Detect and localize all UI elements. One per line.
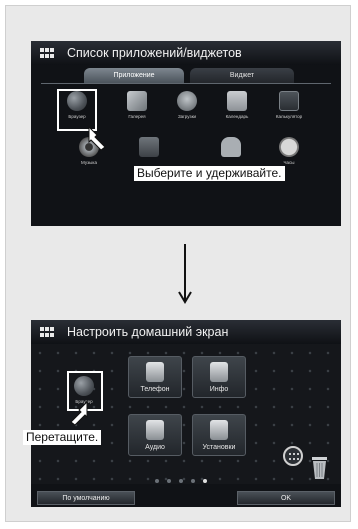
app-calculator[interactable]: Калькулятор: [267, 91, 311, 119]
app-label: Музыка: [81, 160, 97, 165]
tile-audio[interactable]: Аудио: [128, 414, 182, 456]
ok-button[interactable]: OK: [237, 491, 335, 505]
screen-title: Список приложений/виджетов: [67, 46, 242, 60]
arrow-down-icon: [178, 244, 192, 304]
hand-pointer-icon: [70, 400, 88, 426]
page-dot: [179, 479, 183, 483]
tab-apps[interactable]: Приложение: [84, 68, 184, 83]
info-icon: [210, 362, 228, 382]
app-label: Галерея: [128, 114, 146, 119]
hold-instruction-callout: Выберите и удерживайте.: [134, 166, 285, 181]
page-dot: [155, 479, 159, 483]
screen-title: Настроить домашний экран: [67, 325, 229, 339]
app-widget-list-screen: Список приложений/виджетов Приложение Ви…: [31, 41, 341, 226]
manual-page: Список приложений/виджетов Приложение Ви…: [5, 5, 351, 522]
app-clock[interactable]: Часы: [267, 137, 311, 165]
app-gallery[interactable]: Галерея: [115, 91, 159, 119]
hand-pointer-icon: [88, 125, 106, 151]
tile-label: Аудио: [145, 444, 165, 451]
gallery-icon: [127, 91, 147, 111]
app-item[interactable]: [127, 137, 171, 160]
tile-settings[interactable]: Установки: [192, 414, 246, 456]
default-button[interactable]: По умолчанию: [37, 491, 135, 505]
app-label: Календарь: [225, 114, 249, 119]
app-android[interactable]: [209, 137, 253, 160]
tab-divider: [41, 83, 331, 84]
clock-icon: [279, 137, 299, 157]
app-menu-button[interactable]: [283, 446, 303, 466]
grid-menu-icon: [40, 327, 55, 337]
app-label: Калькулятор: [275, 114, 303, 119]
page-dot: [191, 479, 195, 483]
tile-info[interactable]: Инфо: [192, 356, 246, 398]
tile-label: Телефон: [140, 386, 170, 393]
tab-bar: Приложение Виджет: [84, 68, 294, 83]
calculator-icon: [279, 91, 299, 111]
page-indicator: [155, 479, 215, 485]
trash-icon[interactable]: [311, 454, 328, 480]
music-note-icon: [146, 420, 164, 440]
tile-label: Инфо: [209, 386, 229, 393]
drag-instruction-callout: Перетащите.: [23, 430, 102, 445]
tab-widgets[interactable]: Виджет: [190, 68, 294, 83]
android-icon: [221, 137, 241, 157]
screen-title-bar: Настроить домашний экран: [31, 320, 341, 344]
gear-icon: [210, 420, 228, 440]
page-dot: [167, 479, 171, 483]
calendar-icon: [227, 91, 247, 111]
app-calendar[interactable]: Календарь: [215, 91, 259, 119]
customize-home-screen: Настроить домашний экран Браузер Телефон…: [31, 320, 341, 507]
page-dot-current: [203, 479, 207, 483]
phone-icon: [146, 362, 164, 382]
app-icon: [139, 137, 159, 157]
download-icon: [177, 91, 197, 111]
grid-menu-icon: [40, 48, 55, 58]
screen-title-bar: Список приложений/виджетов: [31, 41, 341, 65]
tile-label: Установки: [202, 444, 236, 451]
app-downloads[interactable]: Загрузки: [165, 91, 209, 119]
app-label: Часы: [283, 160, 295, 165]
tile-phone[interactable]: Телефон: [128, 356, 182, 398]
app-label: Загрузки: [177, 114, 197, 119]
